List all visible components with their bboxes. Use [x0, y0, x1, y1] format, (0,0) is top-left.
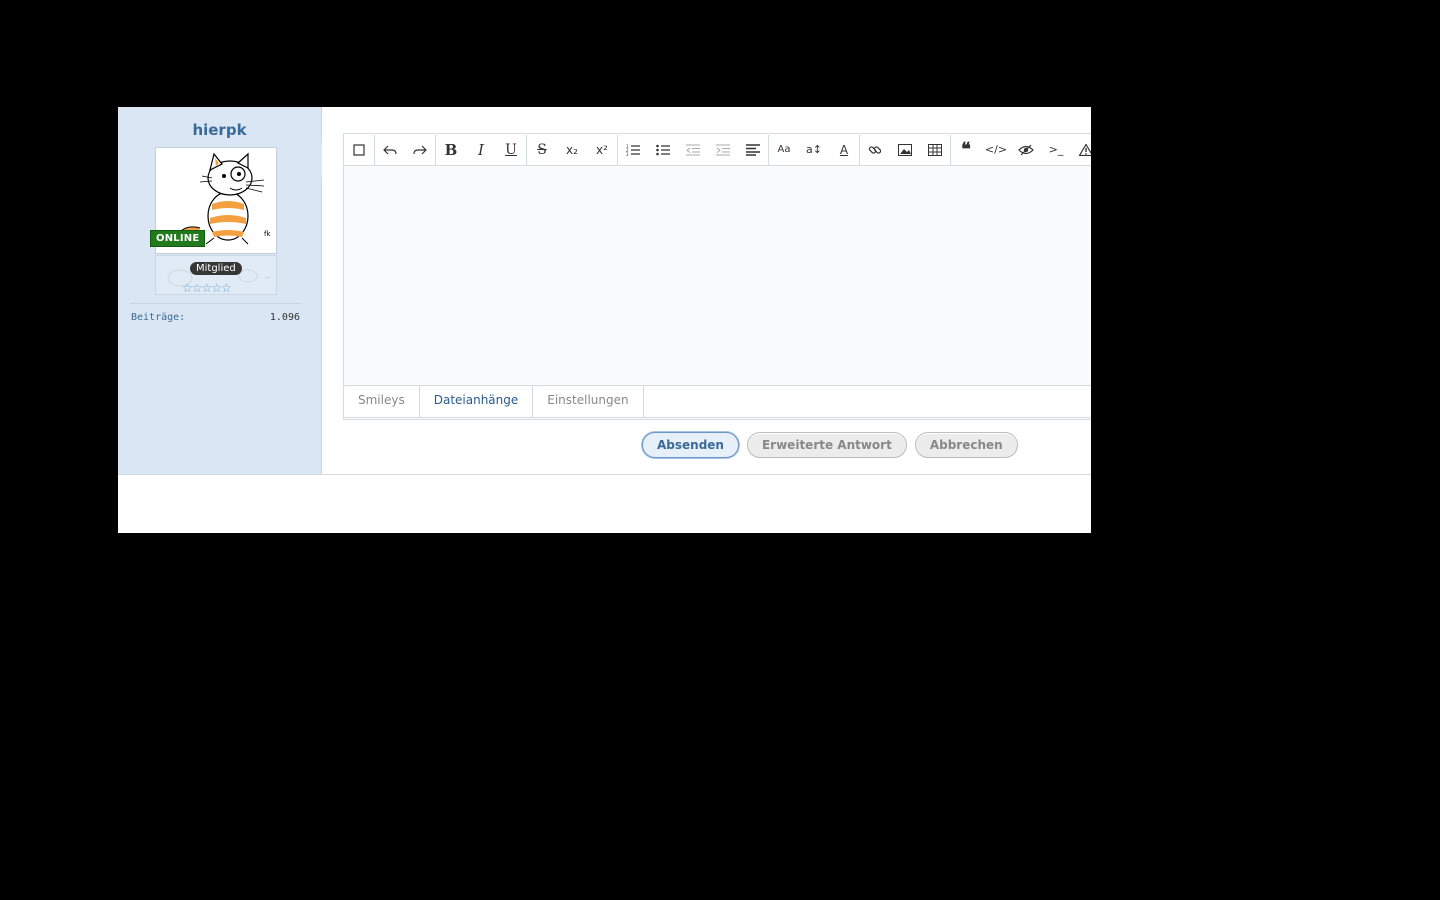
- bold-icon[interactable]: B: [436, 135, 466, 165]
- user-sidebar: hierpk fk ONLINE ~ Mitglied ☆☆☆☆☆ Beiträ…: [118, 107, 322, 474]
- editor-tabs: Smileys Dateianhänge Einstellungen: [343, 385, 1091, 418]
- tab-smileys[interactable]: Smileys: [344, 386, 420, 417]
- square-icon[interactable]: [344, 135, 374, 165]
- svg-text:fk: fk: [264, 230, 271, 238]
- image-icon[interactable]: [890, 135, 920, 165]
- align-icon[interactable]: [738, 135, 768, 165]
- outdent-icon[interactable]: [678, 135, 708, 165]
- redo-icon[interactable]: [405, 135, 435, 165]
- font-family-icon[interactable]: Aa: [769, 135, 799, 165]
- code-icon[interactable]: </>: [981, 135, 1011, 165]
- divider: [118, 474, 1091, 475]
- unordered-list-icon[interactable]: [648, 135, 678, 165]
- svg-text:3: 3: [626, 152, 629, 156]
- svg-text:~: ~: [264, 273, 271, 282]
- tab-settings[interactable]: Einstellungen: [533, 386, 644, 417]
- terminal-icon[interactable]: >_: [1041, 135, 1071, 165]
- subscript-icon[interactable]: x₂: [557, 135, 587, 165]
- username-link[interactable]: hierpk: [118, 121, 321, 139]
- indent-icon[interactable]: [708, 135, 738, 165]
- font-size-icon[interactable]: a↕: [799, 135, 829, 165]
- link-icon[interactable]: [860, 135, 890, 165]
- warning-icon[interactable]: [1071, 135, 1091, 165]
- underline-icon[interactable]: U: [496, 135, 526, 165]
- quote-icon[interactable]: ❝: [951, 135, 981, 165]
- table-icon[interactable]: [920, 135, 950, 165]
- posts-label: Beiträge:: [131, 312, 186, 323]
- font-color-icon[interactable]: A: [829, 135, 859, 165]
- strikethrough-icon[interactable]: S: [527, 135, 557, 165]
- advanced-reply-button[interactable]: Erweiterte Antwort: [746, 432, 907, 458]
- tab-attachments[interactable]: Dateianhänge: [420, 386, 534, 417]
- undo-icon[interactable]: [375, 135, 405, 165]
- rank-stars: ☆☆☆☆☆: [182, 281, 232, 295]
- submit-button[interactable]: Absenden: [642, 432, 739, 458]
- superscript-icon[interactable]: x²: [587, 135, 617, 165]
- online-badge: ONLINE: [150, 230, 206, 247]
- cancel-button[interactable]: Abbrechen: [914, 432, 1018, 458]
- editor-toolbar: B I U S x₂ x² 123 Aa a↕ A ❝ </> >_: [344, 134, 1091, 166]
- form-actions: Absenden Erweiterte Antwort Abbrechen: [642, 432, 1018, 458]
- spoiler-icon[interactable]: [1011, 135, 1041, 165]
- posts-count: 1.096: [269, 312, 300, 323]
- ordered-list-icon[interactable]: 123: [618, 135, 648, 165]
- divider: [130, 303, 301, 304]
- reply-panel: hierpk fk ONLINE ~ Mitglied ☆☆☆☆☆ Beiträ…: [118, 107, 1091, 533]
- italic-icon[interactable]: I: [466, 135, 496, 165]
- rich-text-editor[interactable]: B I U S x₂ x² 123 Aa a↕ A ❝ </> >_: [343, 133, 1091, 420]
- rank-badge: Mitglied: [190, 262, 242, 275]
- editor-area: B I U S x₂ x² 123 Aa a↕ A ❝ </> >_ Smile…: [322, 107, 1091, 474]
